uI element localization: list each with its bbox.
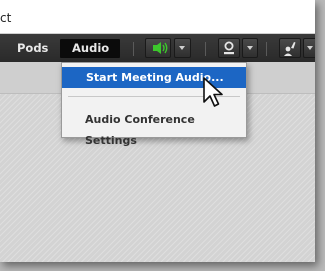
menubar-separator <box>266 42 267 56</box>
webcam-icon <box>224 41 234 55</box>
window-title: ct <box>0 11 12 25</box>
mouse-pointer-icon <box>203 77 223 107</box>
chevron-down-icon <box>247 46 253 50</box>
raise-hand-icon <box>284 42 296 56</box>
chevron-down-icon <box>179 46 185 50</box>
raise-hand-dropdown-button[interactable] <box>303 38 315 58</box>
raise-hand-button[interactable] <box>279 38 301 58</box>
speaker-button[interactable] <box>145 38 171 58</box>
webcam-button[interactable] <box>218 38 240 58</box>
speaker-icon <box>153 42 168 54</box>
app-window: ct Pods Audio Start Meeting Audio... Aud… <box>0 0 315 262</box>
menubar-separator <box>133 42 134 56</box>
title-bar: ct <box>0 0 315 34</box>
menu-pods[interactable]: Pods <box>17 39 48 58</box>
speaker-dropdown-button[interactable] <box>174 38 191 58</box>
menubar-separator <box>205 42 206 56</box>
menu-bar: Pods Audio <box>0 34 315 62</box>
chevron-down-icon <box>307 46 313 50</box>
webcam-dropdown-button[interactable] <box>242 38 258 58</box>
menu-audio[interactable]: Audio <box>60 39 120 58</box>
audio-conference-settings-item[interactable]: Audio Conference Settings <box>62 109 246 147</box>
